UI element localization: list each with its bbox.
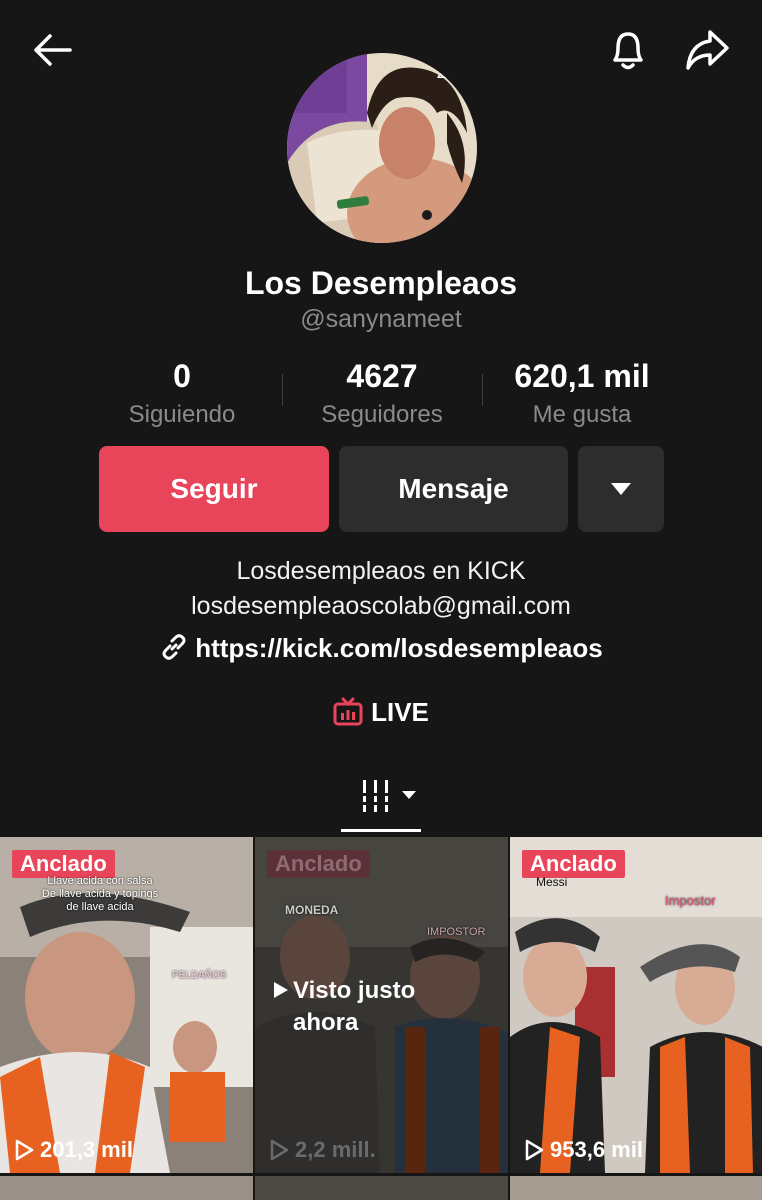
watched-status: Visto justo ahora bbox=[273, 975, 443, 1039]
caret-down-icon bbox=[402, 791, 416, 799]
stat-value: 0 bbox=[173, 358, 191, 394]
video-caption: Llave acida con salsa bbox=[47, 875, 153, 887]
avatar-image: 22 bbox=[287, 53, 477, 243]
more-options-button[interactable] bbox=[578, 446, 664, 532]
back-button[interactable] bbox=[28, 26, 76, 74]
view-count-text: 201,3 mil bbox=[40, 1137, 133, 1162]
profile-avatar[interactable]: 22 bbox=[287, 53, 477, 243]
video-thumbnail[interactable]: Anclado MONEDA IMPOSTOR Visto justo ahor… bbox=[255, 837, 508, 1173]
video-thumbnail[interactable] bbox=[510, 1176, 762, 1200]
follow-button[interactable]: Seguir bbox=[99, 446, 329, 532]
stat-likes[interactable]: 620,1 mil Me gusta bbox=[482, 358, 682, 429]
share-arrow-icon bbox=[686, 30, 729, 70]
play-outline-icon bbox=[525, 1139, 544, 1161]
play-icon bbox=[274, 982, 288, 998]
caret-down-icon bbox=[611, 483, 631, 495]
message-button[interactable]: Mensaje bbox=[339, 446, 568, 532]
watched-status-text: Visto justo ahora bbox=[293, 977, 416, 1036]
notification-button[interactable] bbox=[604, 26, 652, 74]
video-thumbnail[interactable] bbox=[255, 1176, 508, 1200]
view-count-text: 953,6 mil bbox=[550, 1137, 643, 1162]
play-outline-icon bbox=[270, 1139, 289, 1161]
live-label: LIVE bbox=[371, 697, 429, 727]
username: @sanynameet bbox=[300, 305, 462, 333]
bio-email: losdesempleaoscolab@gmail.com bbox=[191, 592, 571, 620]
tab-videos[interactable] bbox=[340, 770, 422, 832]
pinned-badge: Anclado bbox=[522, 850, 625, 878]
stat-value: 4627 bbox=[346, 358, 418, 394]
live-tv-icon bbox=[333, 697, 363, 726]
video-tag: Messi bbox=[536, 875, 568, 889]
bio-link[interactable]: https://kick.com/losdesempleaos bbox=[0, 632, 762, 664]
video-caption: de llave acida bbox=[66, 901, 134, 913]
video-tag: MONEDA bbox=[285, 903, 339, 917]
pinned-badge: Anclado bbox=[267, 850, 370, 878]
tab-active-indicator bbox=[341, 829, 421, 832]
video-thumbnail[interactable]: Anclado Messi Impostor 953,6 mil bbox=[510, 837, 762, 1173]
share-button[interactable] bbox=[683, 26, 731, 74]
stat-followers[interactable]: 4627 Seguidores bbox=[282, 358, 482, 429]
view-count: 201,3 mil bbox=[14, 1137, 133, 1163]
stat-label: Seguidores bbox=[321, 401, 443, 428]
bio-line: Losdesempleaos en KICK bbox=[236, 557, 526, 585]
video-caption: De llave acida y topings bbox=[41, 888, 159, 900]
bell-icon bbox=[613, 32, 643, 70]
live-button[interactable]: LIVE bbox=[0, 697, 762, 728]
grid-bars-icon bbox=[360, 780, 391, 812]
link-icon bbox=[162, 634, 186, 660]
video-thumbnail[interactable]: Anclado Llave acida con salsa De llave a… bbox=[0, 837, 253, 1173]
video-tag: Impostor bbox=[665, 893, 716, 908]
video-tag: PELDAÑOS bbox=[172, 970, 227, 981]
bio-link-text: https://kick.com/losdesempleaos bbox=[195, 633, 603, 663]
view-count-text: 2,2 mill. bbox=[295, 1137, 376, 1162]
view-count: 953,6 mil bbox=[524, 1137, 643, 1163]
video-tag: IMPOSTOR bbox=[427, 926, 486, 938]
stat-label: Me gusta bbox=[532, 401, 632, 428]
stat-label: Siguiendo bbox=[128, 401, 236, 428]
stat-following[interactable]: 0 Siguiendo bbox=[82, 358, 282, 429]
stat-value: 620,1 mil bbox=[514, 358, 650, 394]
video-thumbnail[interactable] bbox=[0, 1176, 253, 1200]
play-outline-icon bbox=[15, 1139, 34, 1161]
display-name: Los Desempleaos bbox=[244, 265, 518, 301]
arrow-left-icon bbox=[34, 34, 72, 66]
pinned-badge: Anclado bbox=[12, 850, 115, 878]
view-count: 2,2 mill. bbox=[269, 1137, 376, 1163]
